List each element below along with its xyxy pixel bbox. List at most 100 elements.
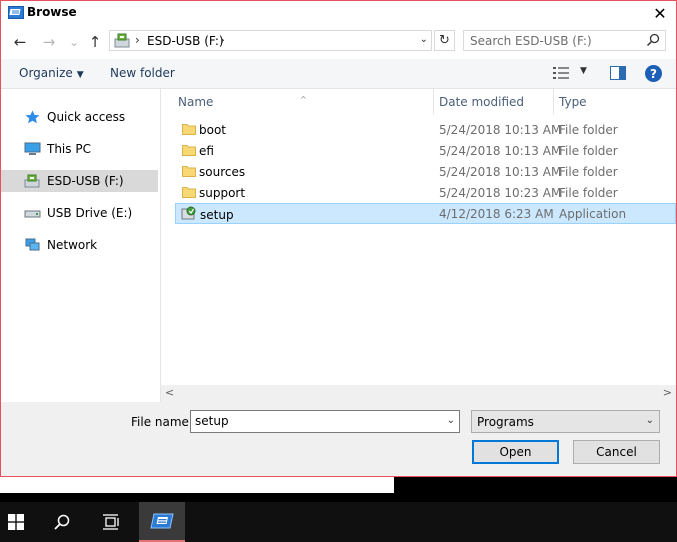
sidebar-item-network[interactable]: Network <box>1 234 158 256</box>
column-header-name[interactable]: Name ^ <box>161 89 434 114</box>
close-icon: ✕ <box>653 3 667 23</box>
usb-drive-e-icon <box>24 210 41 218</box>
usb-drive-icon <box>114 33 130 48</box>
refresh-button[interactable]: ↻ <box>434 30 455 51</box>
search-box[interactable] <box>463 30 666 51</box>
taskbar <box>0 502 677 542</box>
file-name-input[interactable] <box>195 414 435 428</box>
file-type: File folder <box>559 165 618 179</box>
file-list: Name ^ Date modified Type boot 5/24/2018… <box>161 89 676 386</box>
file-name-combobox[interactable]: ⌄ <box>190 410 460 433</box>
close-button[interactable]: ✕ <box>644 1 676 25</box>
column-header-label: Type <box>559 95 587 109</box>
setup-app-icon <box>150 513 174 529</box>
window-title: Browse <box>27 5 77 19</box>
file-row-efi[interactable]: efi 5/24/2018 10:13 AM File folder <box>175 140 676 161</box>
file-name: setup <box>200 208 234 222</box>
file-type: Application <box>559 207 627 221</box>
scroll-left-icon[interactable]: < <box>165 386 174 399</box>
column-header-date-modified[interactable]: Date modified <box>434 89 554 114</box>
folder-icon <box>182 124 196 135</box>
preview-pane-icon[interactable] <box>610 66 626 80</box>
file-row-setup[interactable]: setup 4/12/2018 6:23 AM Application <box>175 203 676 224</box>
file-name: efi <box>199 144 214 158</box>
dialog-footer: File name: ⌄ Programs ⌄ Open Cancel <box>1 402 676 476</box>
task-view-icon <box>103 514 119 530</box>
open-button[interactable]: Open <box>472 440 559 464</box>
scroll-right-icon[interactable]: > <box>663 386 672 399</box>
navigation-bar: ← → ⌄ ↑ › ESD-USB (F:) › ⌄ ↻ <box>1 29 676 55</box>
file-row-support[interactable]: support 5/24/2018 10:23 AM File folder <box>175 182 676 203</box>
sidebar-item-label: ESD-USB (F:) <box>47 174 124 188</box>
cancel-button[interactable]: Cancel <box>573 440 660 464</box>
breadcrumb-separator[interactable]: › <box>220 33 225 47</box>
browse-dialog: Browse ✕ ← → ⌄ ↑ › ESD-USB (F:) › ⌄ ↻ Se… <box>0 0 677 477</box>
refresh-icon: ↻ <box>439 33 450 48</box>
change-view-button[interactable]: ▼ <box>553 66 589 81</box>
column-header-type[interactable]: Type <box>554 89 674 114</box>
file-name-label: File name: <box>131 415 193 429</box>
computer-icon <box>24 142 41 155</box>
address-dropdown-icon[interactable]: ⌄ <box>420 34 428 45</box>
chevron-down-icon: ▼ <box>580 66 587 76</box>
sidebar-item-this-pc[interactable]: This PC <box>1 138 158 160</box>
file-type-select[interactable]: Programs ⌄ <box>471 410 660 433</box>
horizontal-scrollbar[interactable]: < > <box>161 385 676 402</box>
chevron-down-icon[interactable]: ⌄ <box>447 415 455 426</box>
file-date: 4/12/2018 6:23 AM <box>439 207 554 221</box>
address-bar[interactable]: › ESD-USB (F:) › ⌄ <box>109 30 432 51</box>
forward-button[interactable]: → <box>39 32 59 52</box>
start-button[interactable] <box>0 502 39 542</box>
column-header-label: Date modified <box>439 95 525 109</box>
sidebar-item-label: USB Drive (E:) <box>47 206 133 220</box>
sidebar-item-label: This PC <box>47 142 91 156</box>
chevron-down-icon: ▼ <box>76 70 84 80</box>
file-type: File folder <box>559 144 618 158</box>
breadcrumb-esd-usb[interactable]: ESD-USB (F:) <box>147 34 224 48</box>
forward-arrow-icon: → <box>42 33 56 51</box>
sidebar-item-quick-access[interactable]: Quick access <box>1 106 158 128</box>
search-icon <box>54 514 70 530</box>
file-date: 5/24/2018 10:13 AM <box>439 144 562 158</box>
breadcrumb-separator: › <box>135 33 140 47</box>
task-view-button[interactable] <box>88 502 134 542</box>
up-button[interactable]: ↑ <box>85 32 105 52</box>
new-folder-button[interactable]: New folder <box>110 66 175 80</box>
file-type: File folder <box>559 186 618 200</box>
file-row-boot[interactable]: boot 5/24/2018 10:13 AM File folder <box>175 119 676 140</box>
chevron-down-icon: ⌄ <box>68 35 80 49</box>
taskbar-app-setup[interactable] <box>139 502 185 542</box>
file-date: 5/24/2018 10:13 AM <box>439 123 562 137</box>
sidebar-item-label: Quick access <box>47 110 126 124</box>
organize-label: Organize <box>19 66 73 80</box>
chevron-down-icon: ⌄ <box>645 415 654 426</box>
recent-locations-button[interactable]: ⌄ <box>64 32 84 52</box>
search-icon <box>646 33 660 47</box>
setup-app-icon <box>181 206 196 220</box>
back-button[interactable]: ← <box>10 32 30 52</box>
file-name: sources <box>199 165 246 179</box>
file-type: File folder <box>559 123 618 137</box>
file-name: support <box>199 186 246 200</box>
organize-button[interactable]: Organize ▼ <box>19 66 84 80</box>
sidebar-item-esd-usb[interactable]: ESD-USB (F:) <box>1 170 158 192</box>
folder-icon <box>182 166 196 177</box>
background-window-edge <box>0 477 394 493</box>
folder-icon <box>182 187 196 198</box>
sidebar-item-label: Network <box>47 238 98 252</box>
taskbar-search-button[interactable] <box>39 502 85 542</box>
network-icon <box>25 238 40 251</box>
file-row-sources[interactable]: sources 5/24/2018 10:13 AM File folder <box>175 161 676 182</box>
file-type-value: Programs <box>477 415 534 429</box>
folder-icon <box>182 145 196 156</box>
help-button[interactable]: ? <box>645 65 662 82</box>
title-bar: Browse ✕ <box>1 1 676 25</box>
details-view-icon <box>553 67 569 79</box>
usb-drive-icon <box>24 174 40 188</box>
file-date: 5/24/2018 10:23 AM <box>439 186 562 200</box>
setup-app-icon <box>8 6 24 19</box>
search-input[interactable] <box>470 33 640 48</box>
sidebar-item-usb-drive-e[interactable]: USB Drive (E:) <box>1 202 158 224</box>
navigation-pane: Quick access This PC ESD-USB (F:) USB Dr… <box>1 89 161 402</box>
sort-up-icon: ^ <box>300 95 307 104</box>
